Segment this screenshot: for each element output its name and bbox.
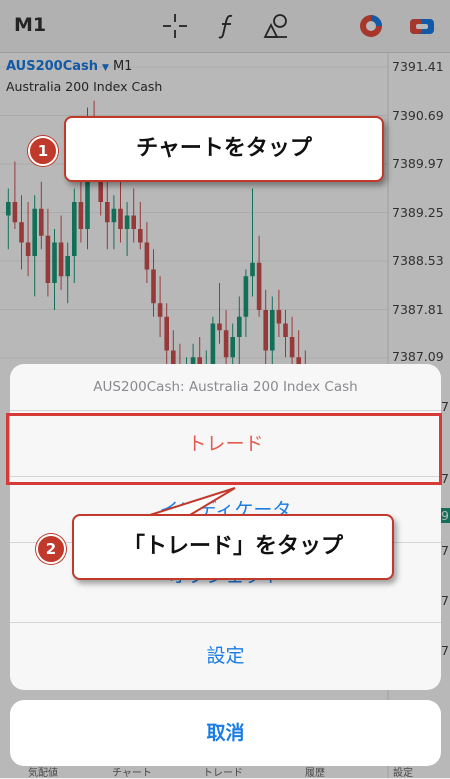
step-badge-1: 1 — [28, 136, 58, 166]
callout-text: 「トレード」をタップ — [122, 534, 343, 559]
callout-text: チャートをタップ — [136, 136, 312, 161]
callout-tap-chart: チャートをタップ — [64, 116, 384, 182]
callout-tap-trade: 「トレード」をタップ — [72, 514, 394, 580]
step-badge-2: 2 — [36, 534, 66, 564]
